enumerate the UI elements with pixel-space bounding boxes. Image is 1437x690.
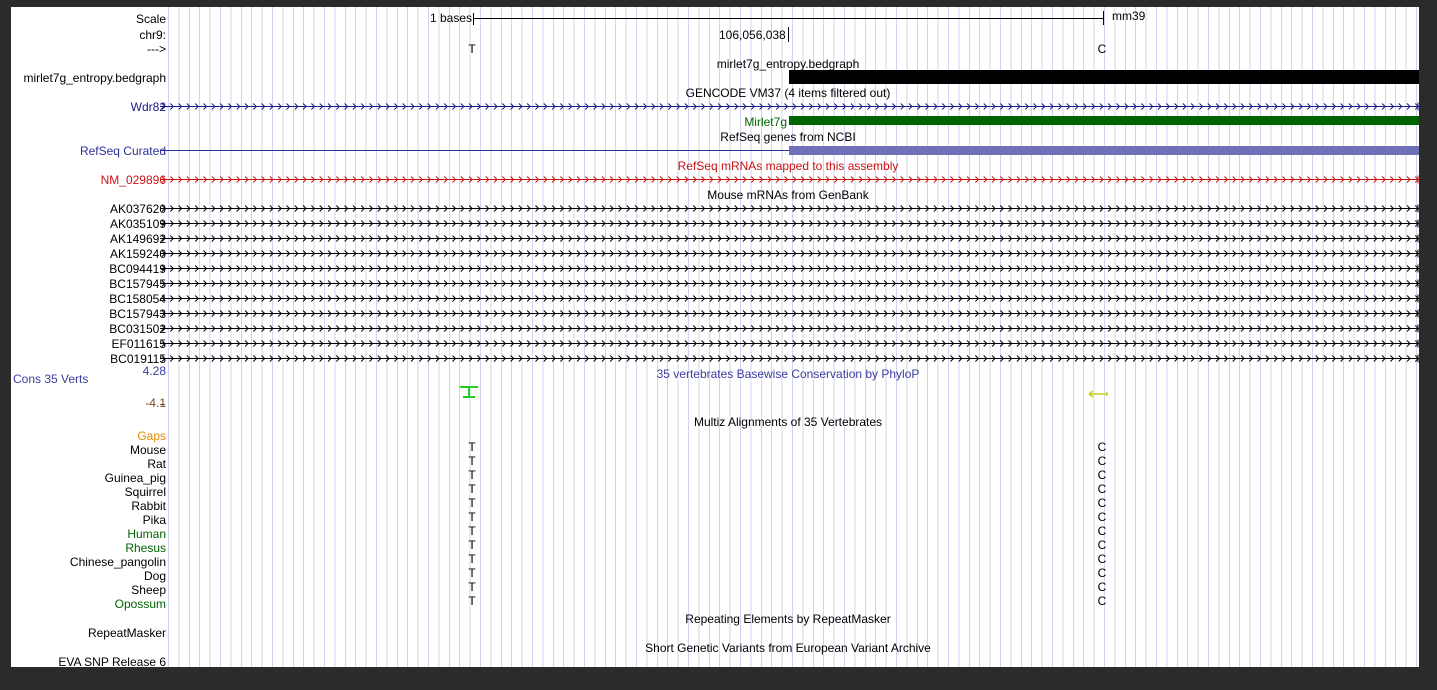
aligned-base: T — [468, 566, 476, 580]
track-title-refseq[interactable]: RefSeq genes from NCBI — [720, 130, 855, 144]
aligned-base: C — [1097, 566, 1107, 580]
scale-bar — [473, 18, 1104, 19]
mrna-feature[interactable] — [160, 352, 1419, 365]
strand-label: ---> — [147, 42, 166, 56]
base-label: C — [1097, 42, 1107, 56]
species-label[interactable]: Rat — [147, 457, 166, 471]
aligned-base: T — [468, 482, 476, 496]
track-title-eva[interactable]: Short Genetic Variants from European Var… — [645, 641, 931, 655]
aligned-base: T — [468, 594, 476, 608]
cons-mark-yellow — [1088, 390, 1108, 398]
aligned-base: C — [1097, 454, 1107, 468]
chrom-label: chr9: — [139, 28, 166, 42]
aligned-base: C — [1097, 510, 1107, 524]
mrna-feature[interactable] — [160, 322, 1419, 335]
mrna-label[interactable]: EF011615 — [112, 337, 167, 351]
cons-min: -4.1 — [145, 396, 166, 410]
entropy-bar[interactable] — [789, 70, 1419, 84]
gene-wdr82[interactable] — [160, 100, 1419, 113]
mrna-feature[interactable] — [160, 337, 1419, 350]
track-label-cons[interactable]: Cons 35 Verts — [13, 372, 88, 386]
scale-text: 1 bases — [429, 11, 472, 25]
mrna-label-nm029896[interactable]: NM_029896 — [101, 173, 166, 187]
scale-tick-right — [1103, 11, 1104, 25]
cons-mark-green — [460, 386, 478, 398]
mrna-label[interactable]: BC157943 — [109, 307, 166, 321]
mrna-label[interactable]: BC157945 — [109, 277, 166, 291]
species-label[interactable]: Chinese_pangolin — [70, 555, 166, 569]
track-title-gencode[interactable]: GENCODE VM37 (4 items filtered out) — [686, 86, 891, 100]
aligned-base: C — [1097, 524, 1107, 538]
aligned-base: C — [1097, 552, 1107, 566]
cons-max: 4.28 — [142, 364, 166, 378]
species-label[interactable]: Dog — [144, 569, 166, 583]
species-label[interactable]: Mouse — [130, 443, 166, 457]
species-label[interactable]: Rabbit — [131, 499, 166, 513]
assembly-label: mm39 — [1112, 9, 1146, 23]
species-label[interactable]: Sheep — [131, 583, 166, 597]
mrna-label[interactable]: BC158054 — [109, 292, 166, 306]
scale-label: Scale — [135, 12, 166, 26]
mrna-label[interactable]: AK149692 — [110, 232, 166, 246]
track-label-entropy[interactable]: mirlet7g_entropy.bedgraph — [23, 71, 166, 85]
aligned-base: C — [1097, 580, 1107, 594]
species-label[interactable]: Squirrel — [125, 485, 166, 499]
species-label[interactable]: Pika — [143, 513, 166, 527]
gaps-label: Gaps — [137, 429, 166, 443]
aligned-base: T — [468, 496, 476, 510]
mrna-feature[interactable] — [160, 277, 1419, 290]
mrna-label[interactable]: BC031502 — [109, 322, 166, 336]
track-title-multiz[interactable]: Multiz Alignments of 35 Vertebrates — [694, 415, 882, 429]
track-title-mouse-mrna[interactable]: Mouse mRNAs from GenBank — [707, 188, 868, 202]
genome-browser-image: Scale chr9: ---> 1 bases mm39 106,056,03… — [11, 7, 1419, 667]
aligned-base: C — [1097, 468, 1107, 482]
aligned-base: T — [468, 524, 476, 538]
mrna-label[interactable]: AK037620 — [110, 202, 166, 216]
mrna-feature[interactable] — [160, 247, 1419, 260]
mrna-feature[interactable] — [160, 307, 1419, 320]
mrna-label[interactable]: AK035109 — [110, 217, 166, 231]
cons-min-tick — [160, 404, 165, 405]
species-label[interactable]: Rhesus — [125, 541, 166, 555]
position-tick — [788, 27, 789, 42]
aligned-base: T — [468, 552, 476, 566]
base-label: T — [468, 42, 476, 56]
position-label: 106,056,038 — [719, 28, 786, 42]
mrna-feature[interactable] — [160, 292, 1419, 305]
aligned-base: T — [468, 538, 476, 552]
aligned-base: C — [1097, 482, 1107, 496]
mrna-feature[interactable] — [160, 217, 1419, 230]
track-title-repeatmasker[interactable]: Repeating Elements by RepeatMasker — [685, 612, 890, 626]
track-label-refseq-curated[interactable]: RefSeq Curated — [80, 144, 166, 158]
aligned-base: T — [468, 580, 476, 594]
track-label-repeatmasker[interactable]: RepeatMasker — [88, 626, 166, 640]
refseq-intron-line[interactable] — [160, 150, 790, 151]
aligned-base: T — [468, 510, 476, 524]
aligned-base: C — [1097, 440, 1107, 454]
species-label[interactable]: Human — [127, 527, 166, 541]
track-label-eva[interactable]: EVA SNP Release 6 — [58, 655, 166, 667]
track-title-entropy[interactable]: mirlet7g_entropy.bedgraph — [717, 57, 860, 71]
mrna-label[interactable]: BC094419 — [109, 262, 166, 276]
mrna-label[interactable]: AK159240 — [110, 247, 166, 261]
gene-label-mirlet7g[interactable]: Mirlet7g — [744, 115, 787, 129]
track-title-refseq-mrna[interactable]: RefSeq mRNAs mapped to this assembly — [678, 159, 899, 173]
aligned-base: C — [1097, 538, 1107, 552]
aligned-base: T — [468, 454, 476, 468]
mrna-feature[interactable] — [160, 262, 1419, 275]
aligned-base: T — [468, 440, 476, 454]
refseq-exon[interactable] — [789, 146, 1419, 155]
gene-mirlet7g[interactable] — [789, 116, 1419, 125]
aligned-base: C — [1097, 496, 1107, 510]
aligned-base: T — [468, 468, 476, 482]
species-label[interactable]: Opossum — [115, 597, 166, 611]
species-label[interactable]: Guinea_pig — [105, 471, 166, 485]
aligned-base: C — [1097, 594, 1107, 608]
track-title-cons[interactable]: 35 vertebrates Basewise Conservation by … — [657, 367, 920, 381]
mrna-feature[interactable] — [160, 202, 1419, 215]
scale-tick-left — [473, 13, 474, 25]
mrna-nm029896[interactable] — [160, 173, 1419, 186]
mrna-feature[interactable] — [160, 232, 1419, 245]
